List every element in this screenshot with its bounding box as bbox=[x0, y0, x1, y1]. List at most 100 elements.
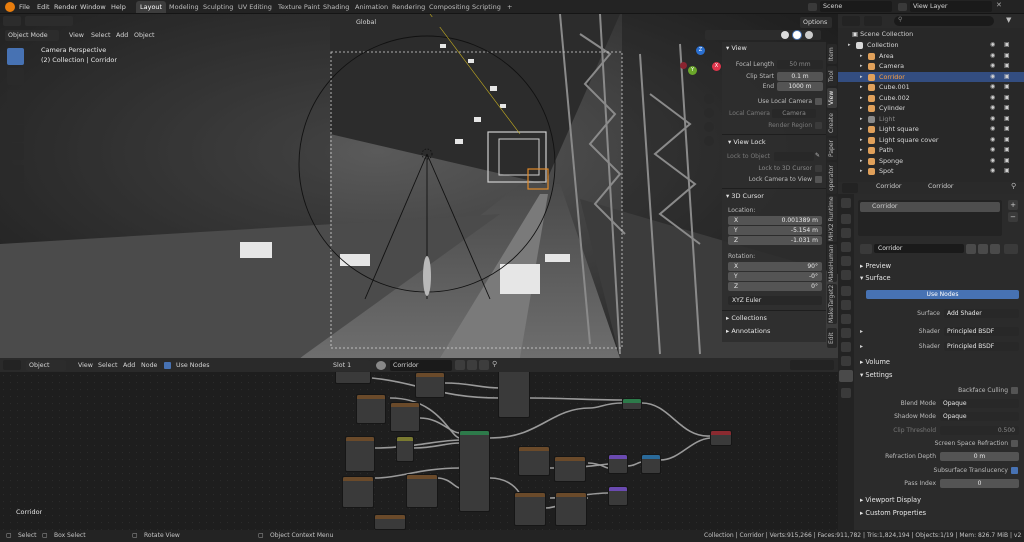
expand-arrow-icon[interactable]: ▸ bbox=[860, 61, 863, 72]
pin-icon[interactable]: ⚲ bbox=[1011, 182, 1016, 190]
outliner-item-spot[interactable]: ▸ Spot ◉ ▣ bbox=[838, 166, 1024, 177]
zoom-icon[interactable] bbox=[704, 94, 714, 104]
node-menu-view[interactable]: View bbox=[75, 360, 96, 371]
cursor-rotation-z[interactable]: Z 0° bbox=[728, 282, 822, 291]
constraints-tab-icon[interactable] bbox=[841, 342, 851, 352]
viewport-menu-add[interactable]: Add bbox=[113, 30, 131, 41]
add-workspace-button[interactable]: + bbox=[503, 1, 516, 13]
material-tab-icon[interactable] bbox=[839, 370, 853, 382]
outliner-item-sponge[interactable]: ▸ Sponge ◉ ▣ bbox=[838, 156, 1024, 167]
tab-modeling[interactable]: Modeling bbox=[165, 1, 203, 13]
blend-mode-dropdown[interactable]: Opaque bbox=[940, 399, 1019, 408]
node[interactable] bbox=[342, 476, 374, 508]
node-editor-object-dropdown[interactable]: Object bbox=[26, 360, 66, 371]
fake-user-icon[interactable] bbox=[455, 360, 465, 370]
close-view-layer-icon[interactable]: ✕ bbox=[996, 1, 1005, 12]
menu-file[interactable]: File bbox=[19, 2, 30, 12]
mix-shader-node[interactable] bbox=[622, 398, 642, 410]
annotations-header[interactable]: ▸ Annotations bbox=[726, 326, 770, 336]
lock-to-3d-cursor-checkbox[interactable] bbox=[815, 165, 822, 172]
material-name-field[interactable]: Corridor bbox=[874, 244, 964, 253]
cursor-location-x[interactable]: X 0.001389 m bbox=[728, 216, 822, 225]
expand-arrow-icon[interactable]: ▸ bbox=[860, 135, 863, 146]
render-visibility-icon[interactable]: ▣ bbox=[1004, 135, 1010, 146]
tab-scripting[interactable]: Scripting bbox=[468, 1, 505, 13]
cursor-location-z[interactable]: Z -1.031 m bbox=[728, 236, 822, 245]
node[interactable] bbox=[498, 368, 530, 418]
expand-arrow-icon[interactable]: ▸ bbox=[860, 166, 863, 177]
material-sphere-icon[interactable] bbox=[376, 361, 386, 370]
snap-icon[interactable] bbox=[420, 17, 448, 27]
visibility-eye-icon[interactable]: ◉ bbox=[990, 61, 995, 72]
object-mode-dropdown[interactable]: Object Mode bbox=[5, 30, 59, 41]
shading-mode-icons[interactable] bbox=[705, 30, 821, 40]
node[interactable] bbox=[406, 474, 438, 508]
blender-logo-icon[interactable] bbox=[5, 2, 15, 12]
menu-window[interactable]: Window bbox=[80, 2, 106, 12]
node[interactable] bbox=[641, 454, 661, 474]
surface-shader-field[interactable]: Add Shader bbox=[944, 309, 1019, 318]
sidebar-tab-item[interactable]: Item bbox=[827, 44, 837, 64]
scene-icon[interactable] bbox=[808, 3, 817, 11]
visibility-eye-icon[interactable]: ◉ bbox=[990, 145, 995, 156]
local-camera-field[interactable]: Camera bbox=[772, 109, 816, 118]
pass-index-field[interactable]: 0 bbox=[940, 479, 1019, 488]
node-editor-type-icon[interactable] bbox=[3, 360, 21, 370]
search-input[interactable]: ⚲ bbox=[894, 16, 994, 26]
visibility-eye-icon[interactable]: ◉ bbox=[990, 156, 995, 167]
material-name-field[interactable]: Corridor bbox=[390, 360, 452, 371]
viewport-menu-view[interactable]: View bbox=[66, 30, 87, 41]
backdrop-icons[interactable] bbox=[790, 360, 834, 370]
scale-tool-icon[interactable] bbox=[7, 125, 24, 142]
rendered-shading-icon[interactable] bbox=[805, 31, 813, 39]
node-editor-canvas[interactable]: Corridor bbox=[0, 358, 838, 530]
perspective-toggle-icon[interactable] bbox=[704, 136, 714, 146]
node[interactable] bbox=[345, 436, 375, 472]
expand-arrow-icon[interactable]: ▸ bbox=[860, 103, 863, 114]
render-tab-icon[interactable] bbox=[841, 214, 851, 224]
solid-shading-icon[interactable] bbox=[781, 31, 789, 39]
visibility-eye-icon[interactable]: ◉ bbox=[990, 40, 995, 51]
viewport-display-header[interactable]: ▸ Viewport Display bbox=[860, 494, 921, 506]
visibility-eye-icon[interactable]: ◉ bbox=[990, 51, 995, 62]
pin-icon[interactable]: ⚲ bbox=[492, 360, 502, 370]
3d-viewport[interactable]: Object Mode View Select Add Object Globa… bbox=[0, 14, 838, 358]
expand-arrow-icon[interactable]: ▸ bbox=[860, 72, 863, 83]
expand-arrow-icon[interactable]: ▸ bbox=[848, 40, 851, 51]
visibility-eye-icon[interactable]: ◉ bbox=[990, 166, 995, 177]
node-menu-node[interactable]: Node bbox=[138, 360, 160, 371]
render-visibility-icon[interactable]: ▣ bbox=[1004, 103, 1010, 114]
node-menu-add[interactable]: Add bbox=[120, 360, 138, 371]
view-layer-tab-icon[interactable] bbox=[841, 242, 851, 252]
modifier-tab-icon[interactable] bbox=[841, 300, 851, 310]
y-axis-icon[interactable]: Y bbox=[688, 66, 697, 75]
sidebar-tab-mhx2-runtime[interactable]: MHX2 Runtime bbox=[827, 196, 837, 242]
shader2-field[interactable]: Principled BSDF bbox=[944, 342, 1019, 351]
pan-icon[interactable] bbox=[704, 108, 714, 118]
eyedropper-icon[interactable]: ✎ bbox=[815, 152, 823, 161]
node[interactable] bbox=[356, 394, 386, 424]
lock-camera-to-view-checkbox[interactable] bbox=[815, 176, 822, 183]
cursor-rotation-x[interactable]: X 90° bbox=[728, 262, 822, 271]
render-region-checkbox[interactable] bbox=[815, 122, 822, 129]
viewport-menu-select[interactable]: Select bbox=[88, 30, 113, 41]
node[interactable] bbox=[608, 486, 628, 506]
shader1-expand-icon[interactable]: ▸ bbox=[860, 328, 863, 335]
render-visibility-icon[interactable]: ▣ bbox=[1004, 166, 1010, 177]
rotation-mode-dropdown[interactable]: XYZ Euler bbox=[728, 296, 822, 305]
navigation-gizmo[interactable]: Z X Y bbox=[680, 46, 724, 90]
measure-tool-icon[interactable] bbox=[7, 183, 24, 200]
visibility-eye-icon[interactable]: ◉ bbox=[990, 135, 995, 146]
scene-selector[interactable]: Scene bbox=[820, 1, 892, 12]
render-visibility-icon[interactable]: ▣ bbox=[1004, 82, 1010, 93]
sidebar-tab-create[interactable]: Create bbox=[827, 110, 837, 136]
render-visibility-icon[interactable]: ▣ bbox=[1004, 145, 1010, 156]
node[interactable] bbox=[554, 456, 586, 482]
node[interactable] bbox=[514, 492, 546, 526]
render-visibility-icon[interactable]: ▣ bbox=[1004, 93, 1010, 104]
outliner-item-light-square-cover[interactable]: ▸ Light square cover ◉ ▣ bbox=[838, 135, 1024, 146]
unlink-material-icon[interactable] bbox=[990, 244, 1000, 254]
x-axis-icon[interactable]: X bbox=[712, 62, 721, 71]
clip-start-field[interactable]: 0.1 m bbox=[777, 72, 823, 81]
tab-texture-paint[interactable]: Texture Paint bbox=[274, 1, 324, 13]
